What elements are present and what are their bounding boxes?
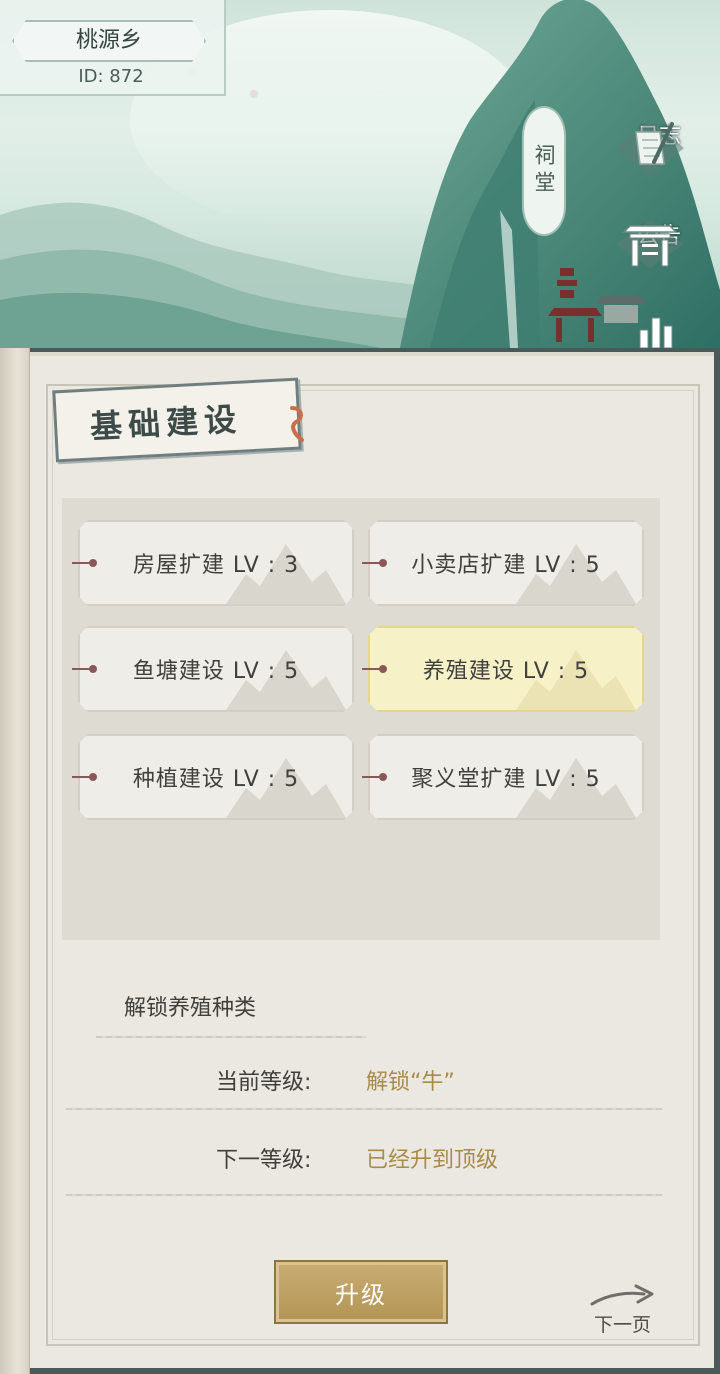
ranking-button[interactable] — [636, 314, 680, 348]
building-card-hall[interactable]: 聚义堂扩建 LV : 5 — [368, 734, 644, 820]
pin-icon — [362, 558, 390, 568]
book-page: 基础建设 房屋扩建 LV : 3 小卖店扩建 LV : 5 鱼塘建设 LV: … — [30, 352, 714, 1368]
village-name: 桃源乡 — [75, 28, 142, 53]
arrow-right-icon — [590, 1284, 654, 1306]
divider — [66, 1194, 662, 1196]
ancestral-hall-button[interactable]: 祠堂 — [522, 106, 566, 236]
bar-chart-icon — [639, 317, 673, 348]
village-info-card[interactable]: 桃源乡 ID: 872 — [0, 0, 226, 96]
divider — [96, 1036, 366, 1038]
building-label: 养殖建设 LV : 5 — [422, 659, 590, 684]
building-card-planting[interactable]: 种植建设 LV : 5 — [78, 734, 354, 820]
book-spine — [0, 348, 30, 1374]
next-page-label: 下一页 — [594, 1314, 652, 1336]
building-card-fishpond[interactable]: 鱼塘建设 LV : 5 — [78, 626, 354, 712]
section-title: 基础建设 — [89, 400, 244, 446]
building-label: 鱼塘建设 LV : 5 — [132, 659, 300, 684]
divider — [66, 1108, 662, 1110]
building-label: 房屋扩建 LV : 3 — [132, 553, 300, 578]
building-label: 聚义堂扩建 LV : 5 — [411, 767, 601, 792]
village-id: ID: 872 — [78, 66, 144, 87]
pin-icon — [72, 558, 100, 568]
building-card-livestock[interactable]: 养殖建设 LV : 5 — [368, 626, 644, 712]
building-grid: 房屋扩建 LV : 3 小卖店扩建 LV : 5 鱼塘建设 LV : 5 养殖建… — [62, 498, 660, 940]
current-level-value: 解锁“牛” — [366, 1070, 455, 1095]
building-card-housing[interactable]: 房屋扩建 LV : 3 — [78, 520, 354, 606]
ribbon-icon — [290, 406, 304, 442]
current-level-row: 当前等级: 解锁“牛” — [66, 1064, 656, 1144]
next-level-value: 已经升到顶级 — [366, 1148, 499, 1173]
current-level-label: 当前等级: — [216, 1070, 312, 1095]
pin-icon — [362, 772, 390, 782]
upgrade-button[interactable]: 升级 — [274, 1260, 448, 1324]
construction-book-panel: 基础建设 房屋扩建 LV : 3 小卖店扩建 LV : 5 鱼塘建设 LV: … — [0, 348, 720, 1374]
pavilion-icon — [616, 220, 684, 268]
pin-icon — [362, 664, 390, 674]
next-level-label: 下一等级: — [216, 1148, 312, 1173]
scroll-brush-icon — [616, 120, 684, 176]
detail-title: 解锁养殖种类 — [124, 996, 257, 1021]
pin-icon — [72, 772, 100, 782]
next-page-button[interactable]: 下一页 — [588, 1280, 668, 1336]
log-button[interactable]: 日志 — [614, 118, 704, 176]
ancestral-hall-label: 祠堂 — [532, 144, 556, 198]
announcement-button[interactable]: 公告 — [614, 218, 704, 268]
village-scene: 桃源乡 ID: 872 祠堂 日志 公告 — [0, 0, 720, 348]
building-label: 小卖店扩建 LV : 5 — [411, 553, 601, 578]
building-card-shop[interactable]: 小卖店扩建 LV : 5 — [368, 520, 644, 606]
building-label: 种植建设 LV : 5 — [132, 767, 300, 792]
pin-icon — [72, 664, 100, 674]
next-level-row: 下一等级: 已经升到顶级 — [66, 1142, 656, 1222]
